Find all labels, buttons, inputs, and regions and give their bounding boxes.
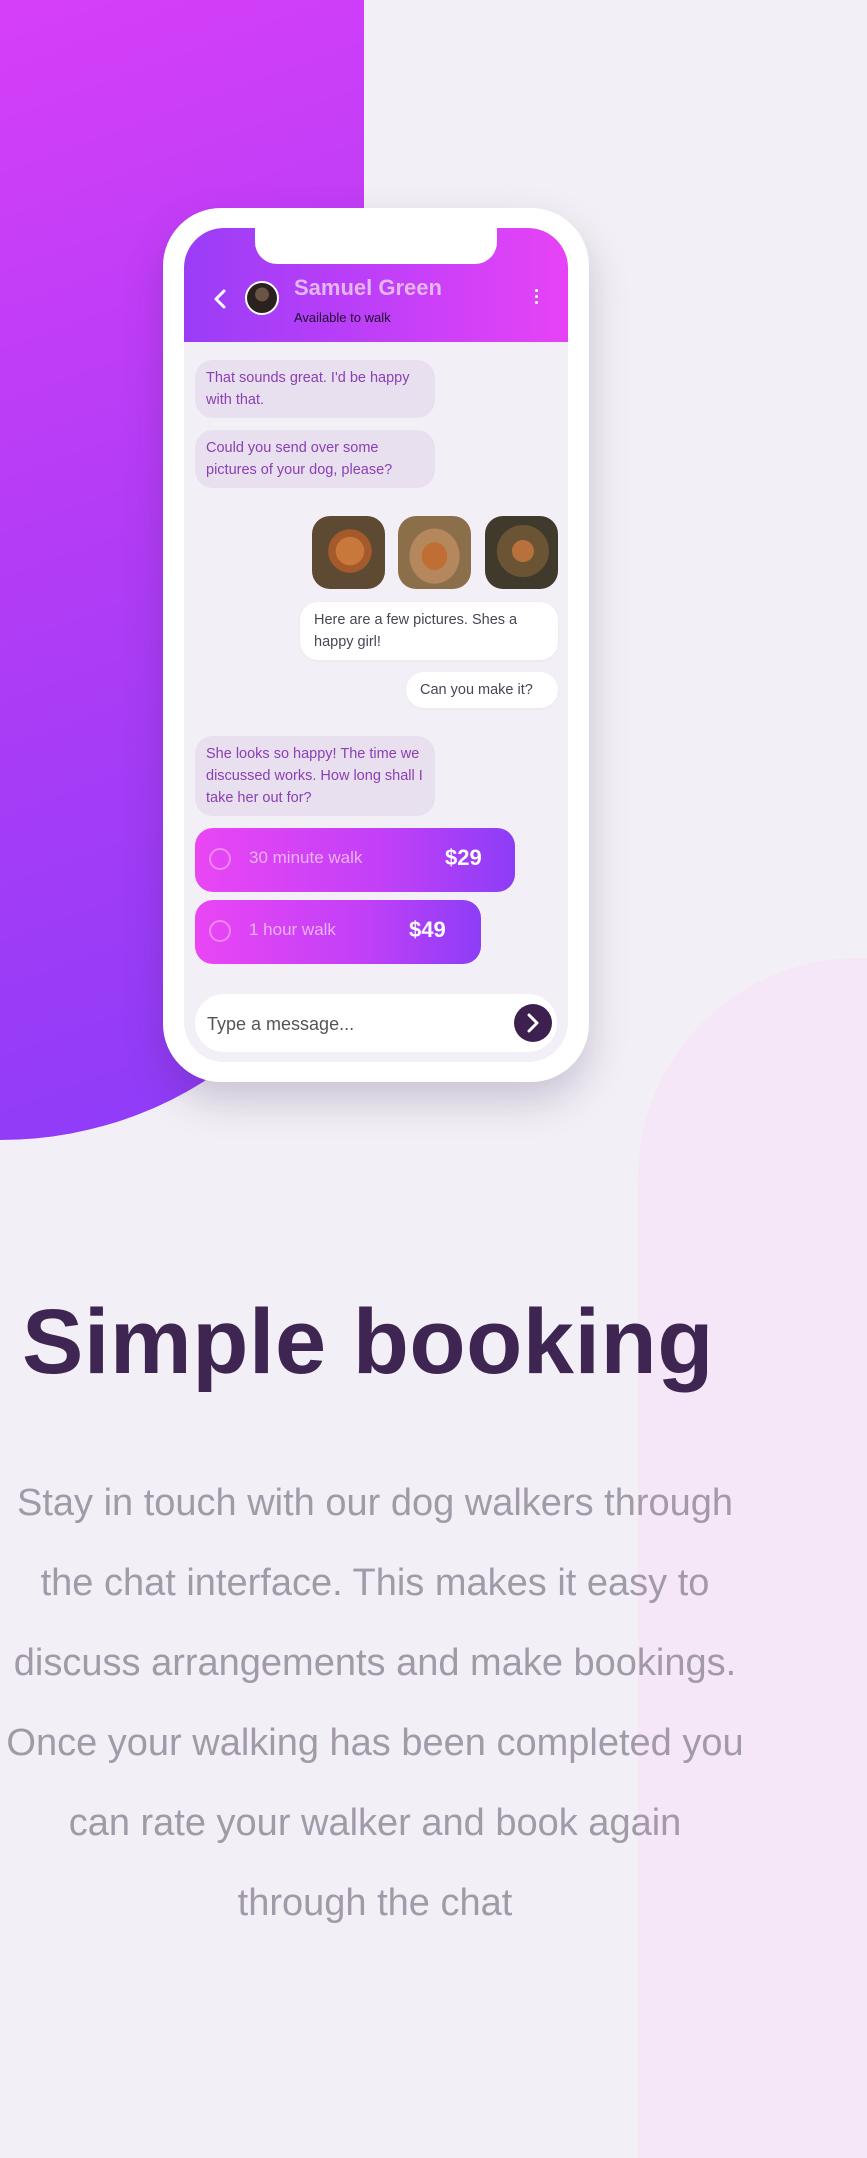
- option-price: $29: [445, 845, 482, 870]
- dog-photo[interactable]: [398, 516, 471, 589]
- back-arrow-icon[interactable]: [212, 288, 228, 310]
- feature-description: Stay in touch with our dog walkers throu…: [6, 1482, 744, 1924]
- avatar[interactable]: [245, 281, 279, 315]
- chevron-right-icon: [527, 1013, 539, 1033]
- booking-option-30-minute[interactable]: 30 minute walk $29: [195, 828, 515, 892]
- option-price: $49: [409, 917, 446, 942]
- booking-option-1-hour[interactable]: 1 hour walk $49: [195, 900, 481, 964]
- radio-button[interactable]: [209, 920, 231, 942]
- radio-button[interactable]: [209, 848, 231, 870]
- outgoing-message: Can you make it?: [406, 672, 558, 708]
- send-button[interactable]: [514, 1004, 552, 1042]
- incoming-message: That sounds great. I'd be happy with tha…: [195, 360, 435, 418]
- incoming-message: Could you send over some pictures of you…: [195, 430, 435, 488]
- incoming-message: She looks so happy! The time we discusse…: [195, 736, 435, 816]
- message-input-bar: [195, 994, 557, 1052]
- dog-photo[interactable]: [312, 516, 385, 589]
- phone-notch: [255, 228, 497, 264]
- chat-screen: Samuel Green Available to walk That soun…: [184, 228, 568, 1062]
- contact-status: Available to walk: [294, 310, 391, 325]
- chat-header: Samuel Green Available to walk: [184, 228, 568, 342]
- phone-mockup: Samuel Green Available to walk That soun…: [163, 208, 589, 1082]
- contact-name: Samuel Green: [294, 275, 442, 300]
- more-options-icon[interactable]: [532, 286, 540, 312]
- outgoing-message: Here are a few pictures. Shes a happy gi…: [300, 602, 558, 660]
- feature-title: Simple booking: [22, 1291, 714, 1393]
- dog-photo[interactable]: [485, 516, 558, 589]
- option-label: 30 minute walk: [249, 848, 363, 867]
- option-label: 1 hour walk: [249, 920, 336, 939]
- message-input[interactable]: [205, 1004, 499, 1044]
